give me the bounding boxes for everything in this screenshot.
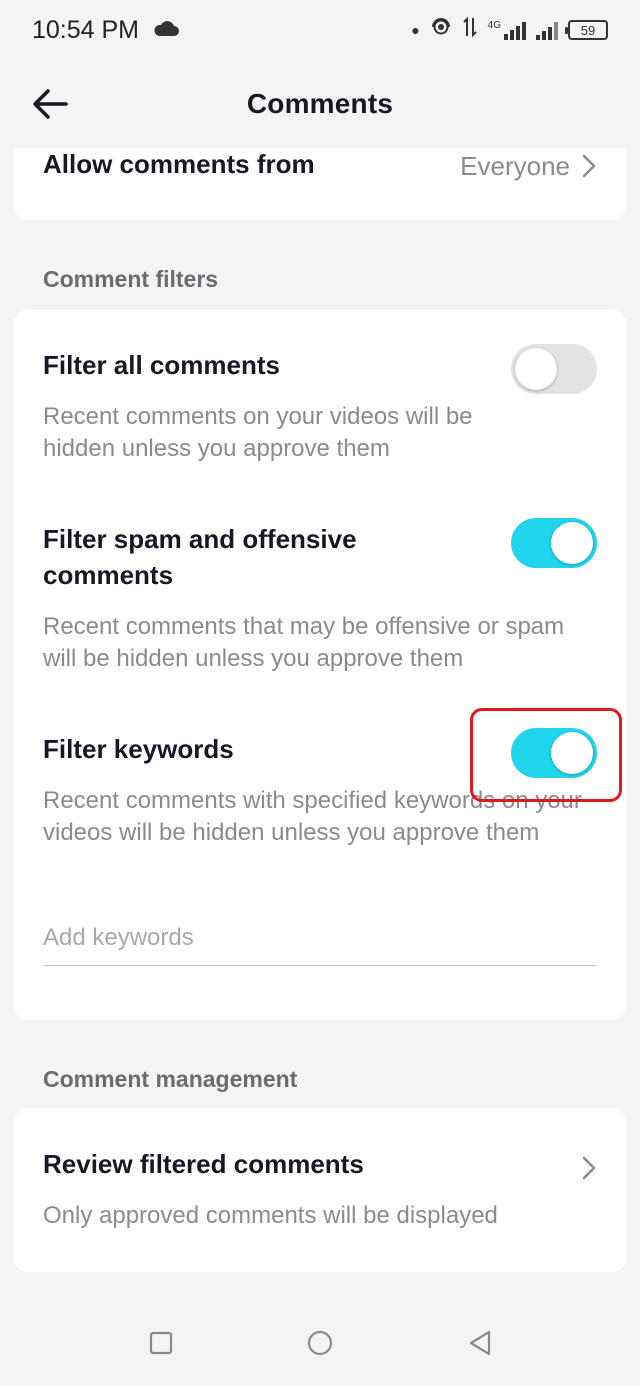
filter-spam-title: Filter spam and offensive comments — [43, 524, 357, 590]
filter-keywords-title: Filter keywords — [43, 734, 234, 764]
comment-filters-card: Filter all comments Recent comments on y… — [14, 310, 626, 1020]
filter-all-toggle[interactable] — [511, 344, 597, 394]
data-transfer-icon — [462, 16, 478, 44]
section-header-comment-filters: Comment filters — [43, 266, 219, 292]
status-bar: 10:54 PM ● 4G 59 — [0, 0, 640, 60]
page-title: Comments — [246, 88, 394, 119]
review-filtered-title: Review filtered comments — [43, 1149, 364, 1179]
review-filtered-description: Only approved comments will be displayed — [43, 1202, 498, 1229]
chevron-right-icon — [582, 1156, 596, 1180]
add-keywords-input[interactable] — [43, 910, 597, 966]
square-icon[interactable] — [148, 1330, 174, 1356]
triangle-back-icon[interactable] — [467, 1330, 493, 1356]
allow-comments-value: Everyone — [460, 151, 570, 181]
signal-4g-icon: 4G — [488, 20, 526, 40]
filter-keywords-toggle[interactable] — [511, 728, 597, 778]
system-navigation-bar — [0, 1300, 640, 1386]
cloud-icon — [153, 17, 180, 43]
header: Comments — [0, 60, 640, 148]
filter-spam-toggle[interactable] — [511, 518, 597, 568]
arrow-left-icon[interactable] — [28, 82, 72, 126]
status-time: 10:54 PM — [32, 15, 140, 44]
hotspot-icon — [430, 16, 452, 44]
battery-level: 59 — [580, 22, 596, 38]
filter-keywords-description: Recent comments with specified keywords … — [43, 787, 582, 846]
battery-icon: 59 — [565, 20, 608, 40]
filter-spam-description: Recent comments that may be offensive or… — [43, 613, 565, 672]
circle-icon[interactable] — [307, 1330, 333, 1356]
filter-all-description: Recent comments on your videos will be h… — [43, 403, 473, 462]
network-label: 4G — [487, 20, 501, 31]
status-icons: ● 4G 59 — [411, 16, 608, 44]
section-header-comment-management: Comment management — [43, 1066, 298, 1092]
filter-all-title: Filter all comments — [43, 350, 280, 380]
chevron-right-icon — [582, 154, 596, 178]
allow-comments-label: Allow comments from — [43, 149, 315, 179]
comment-management-card[interactable]: Review filtered comments Only approved c… — [14, 1108, 626, 1272]
allow-comments-card[interactable]: Allow comments from Everyone — [14, 148, 626, 220]
signal-icon — [536, 20, 558, 40]
notification-dot-icon: ● — [411, 22, 420, 38]
